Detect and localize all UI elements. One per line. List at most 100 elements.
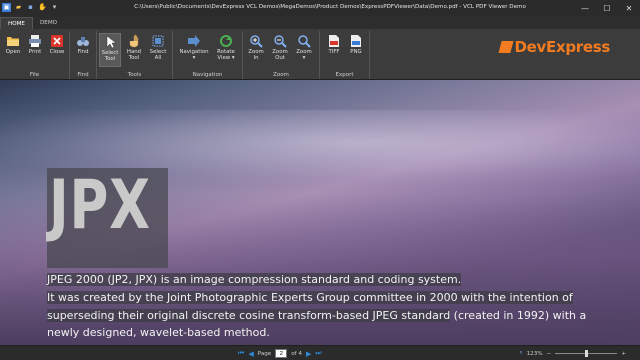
- zoom-plus-icon[interactable]: +: [621, 351, 626, 357]
- selected-text: superseding their original discrete cosi…: [47, 309, 451, 322]
- next-page-icon[interactable]: ▶: [306, 350, 311, 358]
- group-label-zoom: Zoom: [273, 72, 289, 78]
- select-all-icon: [152, 35, 164, 47]
- quick-access-toolbar: ▣ ▰ ▪ ✋ ▾: [2, 3, 59, 12]
- open-button[interactable]: Open: [2, 33, 24, 55]
- select-all-button[interactable]: Select All: [147, 33, 169, 61]
- print-button[interactable]: Print: [24, 33, 46, 55]
- ribbon-group-export: TIFF PNG Export: [320, 31, 370, 79]
- tab-demo[interactable]: DEMO: [33, 17, 64, 29]
- dropdown-icon[interactable]: ▾: [50, 3, 59, 12]
- pdf-document-view[interactable]: JPX JPEG 2000 (JP2, JPX) is an image com…: [0, 80, 640, 345]
- open-label: Open: [5, 49, 21, 55]
- document-line-4: newly designed, wavelet-based method.: [47, 326, 270, 340]
- zoom-level: 123%: [526, 350, 543, 357]
- ribbon-group-navigation: Navigation ▾ Rotate View ▾ Navigation: [173, 31, 243, 79]
- zoom-in-button[interactable]: Zoom In: [245, 33, 267, 61]
- zoom-icon: [298, 35, 311, 48]
- close-doc-button[interactable]: Close: [46, 33, 68, 55]
- print-label: Print: [28, 49, 42, 55]
- navigation-icon: [188, 35, 200, 47]
- cursor-icon: [106, 35, 117, 49]
- select-tool-button[interactable]: Select Tool: [99, 33, 121, 67]
- devexpress-logo: DevExpress: [498, 38, 611, 56]
- document-line-2: It was created by the Joint Photographic…: [47, 291, 573, 305]
- group-label-tools: Tools: [127, 72, 142, 78]
- title-bar: ▣ ▰ ▪ ✋ ▾ C:\Users\Public\Documents\DevE…: [0, 0, 640, 17]
- group-label-find: Find: [77, 72, 89, 78]
- selected-text: JPEG 2000 (JP2, JPX) is an image compres…: [47, 273, 462, 286]
- previous-page-icon[interactable]: ◀: [248, 350, 253, 358]
- app-window: ▣ ▰ ▪ ✋ ▾ C:\Users\Public\Documents\DevE…: [0, 0, 640, 360]
- save-icon[interactable]: ▪: [26, 3, 35, 12]
- rotate-icon: [220, 35, 232, 47]
- ribbon-group-zoom: Zoom In Zoom Out Zoom ▾ Zoom: [243, 31, 320, 79]
- first-page-icon[interactable]: ⏮: [238, 349, 244, 358]
- ribbon-group-tools: Select Tool Hand Tool Select All Tools: [97, 31, 173, 79]
- binoculars-icon: [77, 37, 89, 46]
- document-line-1: JPEG 2000 (JP2, JPX) is an image compres…: [47, 273, 462, 287]
- last-page-icon[interactable]: ⏭: [315, 349, 321, 358]
- zoom-search-icon[interactable]: ⌕: [519, 350, 522, 357]
- tiff-label: TIFF: [328, 49, 340, 55]
- close-button[interactable]: ✕: [618, 0, 640, 17]
- zoom-out-button[interactable]: Zoom Out: [269, 33, 291, 61]
- open-icon[interactable]: ▰: [14, 3, 23, 12]
- find-label: Find: [77, 49, 89, 55]
- group-label-navigation: Navigation: [192, 72, 223, 78]
- hand-tool-icon: [129, 34, 139, 48]
- maximize-button[interactable]: ☐: [596, 0, 618, 17]
- window-controls: — ☐ ✕: [574, 0, 640, 17]
- window-title: C:\Users\Public\Documents\DevExpress VCL…: [134, 4, 526, 10]
- page-navigator: ⏮ ◀ Page of 4 ▶ ⏭: [238, 349, 322, 358]
- zoom-control: ⌕ 123% − +: [519, 349, 626, 358]
- minimize-button[interactable]: —: [574, 0, 596, 17]
- hand-tool-button[interactable]: Hand Tool: [123, 33, 145, 61]
- zoom-out-icon: [274, 35, 287, 48]
- app-menu-icon[interactable]: ▣: [2, 3, 11, 12]
- zoom-minus-icon[interactable]: −: [547, 351, 552, 357]
- navigation-dropdown-icon: ▾: [192, 55, 196, 61]
- zoom-slider[interactable]: [555, 349, 618, 358]
- zoom-out-label: Zoom Out: [272, 49, 288, 61]
- close-doc-icon: [51, 35, 63, 47]
- ribbon-group-file: Open Print Close File: [0, 31, 70, 79]
- export-png-button[interactable]: PNG: [345, 33, 367, 55]
- zoom-dropdown-button[interactable]: Zoom ▾: [293, 33, 315, 61]
- document-heading: JPX: [49, 166, 151, 245]
- page-number-input[interactable]: [275, 349, 288, 358]
- devexpress-logo-mark: [498, 41, 513, 53]
- rotate-dropdown-icon: ▾: [231, 55, 235, 61]
- tiff-icon: [329, 35, 339, 47]
- selected-text: It was created by the Joint Photographic…: [47, 291, 573, 304]
- line-text: newly designed, wavelet-based method.: [47, 326, 270, 339]
- hand-tool-label: Hand Tool: [126, 49, 142, 61]
- group-label-export: Export: [335, 72, 354, 78]
- page-label: Page: [257, 350, 272, 357]
- zoom-slider-thumb[interactable]: [585, 350, 589, 357]
- tab-home[interactable]: HOME: [0, 17, 33, 29]
- select-all-label: Select All: [149, 49, 167, 61]
- zoom-dropdown-icon: ▾: [302, 55, 306, 61]
- select-tool-label: Select Tool: [101, 50, 119, 62]
- status-bar: ⏮ ◀ Page of 4 ▶ ⏭ ⌕ 123% − +: [0, 345, 640, 360]
- printer-icon: [29, 35, 41, 47]
- ribbon: Open Print Close File Find Find Select T…: [0, 29, 640, 80]
- hand-icon[interactable]: ✋: [38, 3, 47, 12]
- ribbon-group-find: Find Find: [70, 31, 97, 79]
- find-button[interactable]: Find: [72, 33, 94, 55]
- zoom-in-icon: [250, 35, 263, 48]
- zoom-in-label: Zoom In: [248, 49, 264, 61]
- png-label: PNG: [350, 49, 362, 55]
- close-label: Close: [49, 49, 65, 55]
- navigation-button[interactable]: Navigation ▾: [179, 33, 209, 61]
- export-tiff-button[interactable]: TIFF: [323, 33, 345, 55]
- png-icon: [351, 35, 361, 47]
- line-text: (created in 1992) with a: [450, 309, 587, 322]
- rotate-view-button[interactable]: Rotate View ▾: [213, 33, 239, 61]
- page-count: of 4: [291, 350, 302, 357]
- document-line-3: superseding their original discrete cosi…: [47, 309, 586, 323]
- folder-icon: [7, 37, 19, 46]
- group-label-file: File: [29, 72, 40, 78]
- devexpress-logo-text: DevExpress: [514, 38, 611, 56]
